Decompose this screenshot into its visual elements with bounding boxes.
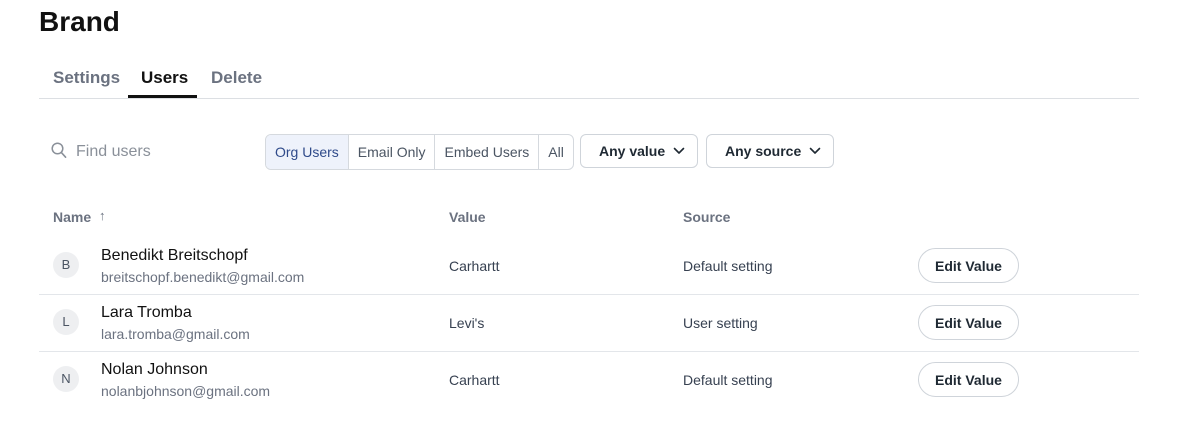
chevron-down-icon [809, 147, 821, 154]
table-row: N Nolan Johnson nolanbjohnson@gmail.com … [39, 351, 1139, 408]
avatar: N [53, 366, 79, 392]
user-source: Default setting [683, 258, 773, 274]
tab-delete[interactable]: Delete [211, 68, 262, 88]
user-email: breitschopf.benedikt@gmail.com [101, 269, 305, 285]
value-filter-label: Any value [599, 143, 666, 159]
avatar: L [53, 309, 79, 335]
avatar: B [53, 252, 79, 278]
source-filter-label: Any source [725, 143, 802, 159]
sort-ascending-icon[interactable]: ↑ [99, 208, 106, 223]
tab-settings[interactable]: Settings [53, 68, 120, 88]
chevron-down-icon [673, 147, 685, 154]
column-header-name[interactable]: Name [53, 209, 91, 225]
user-source: User setting [683, 315, 758, 331]
active-tab-indicator [128, 95, 197, 98]
edit-value-button[interactable]: Edit Value [918, 362, 1019, 397]
filter-embed-users[interactable]: Embed Users [434, 135, 538, 169]
table-row: L Lara Tromba lara.tromba@gmail.com Levi… [39, 294, 1139, 352]
user-email: lara.tromba@gmail.com [101, 326, 250, 342]
user-value: Carhartt [449, 258, 500, 274]
user-email: nolanbjohnson@gmail.com [101, 383, 271, 399]
filter-org-users[interactable]: Org Users [266, 135, 348, 169]
edit-value-button[interactable]: Edit Value [918, 305, 1019, 340]
value-filter-dropdown[interactable]: Any value [580, 134, 698, 168]
tab-users[interactable]: Users [141, 68, 188, 88]
tab-bar: Settings Users Delete [39, 58, 1139, 99]
brand-settings-page: Brand Settings Users Delete Org Users Em… [0, 0, 1178, 430]
user-type-filter: Org Users Email Only Embed Users All [265, 134, 574, 170]
user-name: Benedikt Breitschopf [101, 247, 248, 264]
source-filter-dropdown[interactable]: Any source [706, 134, 834, 168]
search-icon [51, 142, 67, 158]
edit-value-button[interactable]: Edit Value [918, 248, 1019, 283]
filter-email-only[interactable]: Email Only [347, 135, 435, 169]
column-header-source: Source [683, 209, 731, 225]
column-header-value: Value [449, 209, 486, 225]
search-box [50, 140, 250, 164]
table-row: B Benedikt Breitschopf breitschopf.bened… [39, 237, 1139, 295]
search-input[interactable] [76, 140, 246, 164]
user-source: Default setting [683, 372, 773, 388]
user-name: Nolan Johnson [101, 361, 208, 378]
user-value: Carhartt [449, 372, 500, 388]
page-title: Brand [39, 6, 120, 37]
filter-all[interactable]: All [538, 135, 573, 169]
user-name: Lara Tromba [101, 304, 192, 321]
user-value: Levi's [449, 315, 485, 331]
